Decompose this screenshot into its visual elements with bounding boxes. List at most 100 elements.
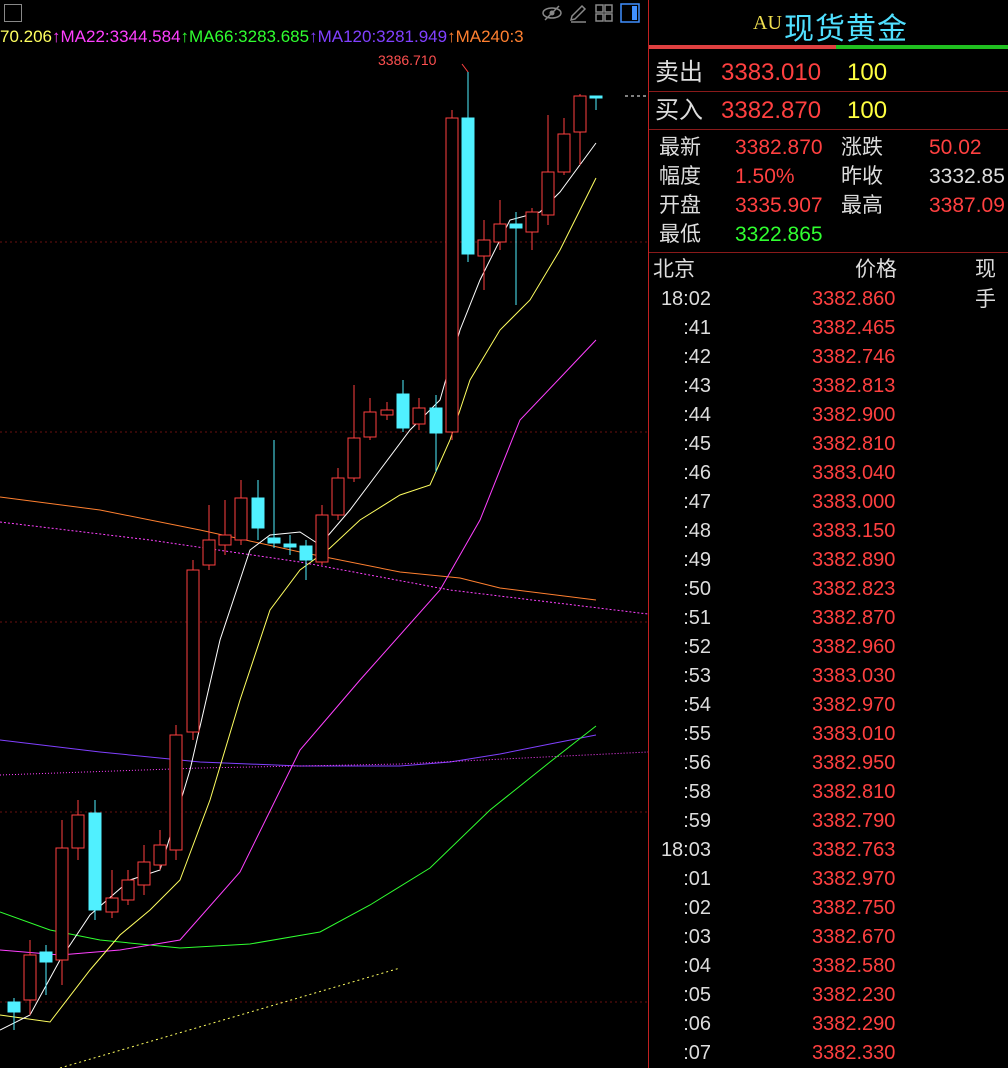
candle-body[interactable] [251,497,265,529]
eye-icon[interactable] [542,3,562,23]
candle-body[interactable] [412,407,426,425]
tick-row[interactable]: :51 3382.870 [649,604,1008,633]
stat-row: 开盘 3335.907 最高 3387.09 [649,191,1008,220]
tick-row[interactable]: :54 3382.970 [649,691,1008,720]
tick-list-header: 北京 价格 现手 [649,255,1008,311]
candle-body[interactable] [493,223,507,243]
candle-body[interactable] [347,437,361,479]
tick-row[interactable]: :59 3382.790 [649,807,1008,836]
tick-price: 3382.790 [812,810,896,832]
candle-body[interactable] [315,514,329,563]
pencil-icon[interactable] [568,3,588,23]
tick-row[interactable]: :53 3383.030 [649,662,1008,691]
candlestick-chart[interactable]: 70.206↑MA22:3344.584↑MA66:3283.685↑MA120… [0,0,648,1068]
tick-time: :54 [683,694,711,716]
tick-row[interactable]: :56 3382.950 [649,749,1008,778]
stat-label: 昨收 [841,165,883,188]
panel-icon[interactable] [620,3,640,23]
ma240-line [0,496,597,601]
high-price-marker: 3386.710 [378,52,437,68]
tick-row[interactable]: :06 3382.290 [649,1010,1008,1039]
candle-body[interactable] [55,847,69,961]
candle-body[interactable] [525,211,539,233]
tick-price: 3382.870 [812,607,896,629]
candle-body[interactable] [88,812,102,911]
ask-ratio-segment [649,45,836,49]
tick-row[interactable]: :02 3382.750 [649,894,1008,923]
tick-price: 3382.465 [812,317,896,339]
tick-time: :58 [683,781,711,803]
candle-body[interactable] [234,497,248,541]
candle-body[interactable] [7,1001,21,1013]
stat-row: 最新 3382.870 涨跌 50.02 [649,133,1008,162]
candle-body[interactable] [509,223,523,229]
stat-label: 最高 [841,194,883,217]
candle-body[interactable] [23,954,37,1001]
price-column-header: 价格 [855,258,897,281]
tick-time: :04 [683,955,711,977]
chart-menu-icon[interactable] [4,4,22,22]
tick-row[interactable]: :55 3383.010 [649,720,1008,749]
candle-body[interactable] [396,393,410,429]
candle-body[interactable] [39,951,53,963]
tick-row[interactable]: :07 3382.330 [649,1039,1008,1068]
candle-body[interactable] [169,734,183,851]
candle-body[interactable] [121,879,135,901]
candle-body[interactable] [267,537,281,544]
tick-row[interactable]: :45 3382.810 [649,430,1008,459]
tick-time: :05 [683,984,711,1006]
tick-row[interactable]: :01 3382.970 [649,865,1008,894]
tick-price: 3382.230 [812,984,896,1006]
candle-body[interactable] [380,409,394,416]
ma-legend-item: ↑MA66:3283.685 [180,27,310,46]
tick-row[interactable]: :42 3382.746 [649,343,1008,372]
tick-row[interactable]: :48 3383.150 [649,517,1008,546]
tick-row[interactable]: :49 3382.890 [649,546,1008,575]
ma120-line [0,734,597,767]
candle-body[interactable] [299,545,313,561]
tick-row[interactable]: :05 3382.230 [649,981,1008,1010]
candle-body[interactable] [71,814,85,849]
candle-body[interactable] [541,171,555,216]
tick-row[interactable]: :44 3382.900 [649,401,1008,430]
candle-body[interactable] [137,861,151,886]
tick-row[interactable]: :43 3382.813 [649,372,1008,401]
candle-body[interactable] [363,411,377,438]
candle-body[interactable] [573,95,587,133]
candle-body[interactable] [557,133,571,173]
tick-row[interactable]: 18:02 3382.860 [649,285,1008,314]
tick-row[interactable]: 18:03 3382.763 [649,836,1008,865]
candle-body[interactable] [429,407,443,434]
tick-price: 3382.670 [812,926,896,948]
candle-body[interactable] [477,239,491,257]
tick-row[interactable]: :50 3382.823 [649,575,1008,604]
candle-body[interactable] [202,539,216,566]
chart-canvas[interactable] [0,0,648,1068]
candle-body[interactable] [331,477,345,516]
tick-time: :55 [683,723,711,745]
candle-body[interactable] [186,569,200,733]
tick-row[interactable]: :52 3382.960 [649,633,1008,662]
candle-body[interactable] [589,95,603,99]
candle-body[interactable] [283,543,297,548]
candle-body[interactable] [153,844,167,866]
tick-row[interactable]: :58 3382.810 [649,778,1008,807]
stat-value: 3332.85 [929,165,1005,188]
grid-icon[interactable] [594,3,614,23]
tick-row[interactable]: :03 3382.670 [649,923,1008,952]
bid-row[interactable]: 买入 3382.870 100 [649,93,1008,129]
tick-time: :59 [683,810,711,832]
instrument-title[interactable]: 现货黄金 [784,4,908,48]
tick-time: :45 [683,433,711,455]
candle-body[interactable] [461,117,475,255]
tick-row[interactable]: :46 3383.040 [649,459,1008,488]
ma-legend: 70.206↑MA22:3344.584↑MA66:3283.685↑MA120… [0,27,524,47]
candle-body[interactable] [218,534,232,546]
tick-row[interactable]: :41 3382.465 [649,314,1008,343]
tick-price: 3382.810 [812,781,896,803]
tick-row[interactable]: :47 3383.000 [649,488,1008,517]
ask-row[interactable]: 卖出 3383.010 100 [649,55,1008,91]
candle-body[interactable] [445,117,459,433]
candle-body[interactable] [105,897,119,913]
tick-row[interactable]: :04 3382.580 [649,952,1008,981]
